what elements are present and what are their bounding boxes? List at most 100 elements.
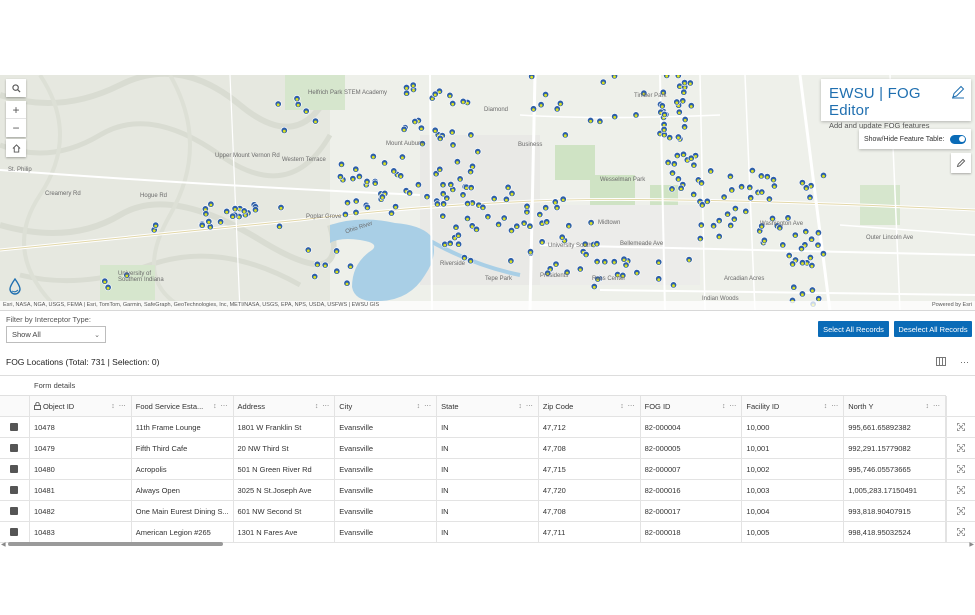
fog-point-core <box>469 260 472 263</box>
fog-point-core <box>451 144 455 148</box>
row-checkbox[interactable] <box>10 507 19 515</box>
column-header[interactable]: Address ↕ ⋯ <box>234 396 336 416</box>
edit-button[interactable] <box>951 153 971 173</box>
fog-point-core <box>740 186 743 189</box>
table-row[interactable]: 10483 American Legion #265 1301 N Fares Av… <box>0 522 946 543</box>
fog-point-core <box>759 175 763 179</box>
plus-icon[interactable]: + <box>6 101 26 119</box>
fog-point-core <box>816 244 820 248</box>
column-header[interactable]: Zip Code ↕ ⋯ <box>539 396 641 416</box>
table-row[interactable]: 10478 11th Frame Lounge 1801 W Franklin St… <box>0 417 946 438</box>
select-all-button[interactable]: Select All Records <box>818 321 889 337</box>
scroll-left-icon[interactable]: ◀ <box>1 541 6 548</box>
fog-point-core <box>430 97 434 101</box>
map-label: Business <box>518 142 543 148</box>
home-control[interactable] <box>6 139 26 157</box>
sort-menu-icon[interactable]: ↕ ⋯ <box>824 402 839 410</box>
fog-point-core <box>808 196 812 200</box>
zoom-to-feature-icon[interactable] <box>947 438 975 459</box>
deselect-all-button[interactable]: Deselect All Records <box>894 321 972 337</box>
scroll-thumb[interactable] <box>8 542 223 546</box>
table-cell: Evansville <box>335 522 438 542</box>
fog-point-core <box>622 258 626 262</box>
row-checkbox-cell[interactable] <box>0 459 30 479</box>
row-checkbox[interactable] <box>10 423 19 431</box>
sort-menu-icon[interactable]: ↕ ⋯ <box>417 402 432 410</box>
row-checkbox-cell[interactable] <box>0 417 30 437</box>
column-header[interactable]: North Y ↕ ⋯ <box>844 396 946 416</box>
fog-point-core <box>657 261 661 265</box>
zoom-to-feature-icon[interactable] <box>947 480 975 501</box>
home-icon[interactable] <box>6 139 26 157</box>
zoom-to-feature-icon[interactable] <box>947 522 975 543</box>
column-header[interactable]: City ↕ ⋯ <box>335 396 438 416</box>
column-header[interactable]: Object ID ↕ ⋯ <box>30 396 132 416</box>
minus-icon[interactable]: − <box>6 119 26 137</box>
fog-point-core <box>278 225 281 229</box>
fog-point-core <box>204 213 208 216</box>
row-checkbox-cell[interactable] <box>0 480 30 500</box>
fog-point-core <box>314 120 317 124</box>
column-header[interactable]: FOG ID ↕ ⋯ <box>641 396 743 416</box>
row-checkbox[interactable] <box>10 465 19 473</box>
sort-menu-icon[interactable]: ↕ ⋯ <box>722 402 737 410</box>
interceptor-type-select[interactable]: Show All ⌄ <box>6 326 106 343</box>
zoom-to-feature-icon[interactable] <box>947 459 975 480</box>
row-checkbox-cell[interactable] <box>0 522 30 542</box>
fog-point-core <box>413 120 417 124</box>
fog-point-core <box>668 137 672 140</box>
fog-point-core <box>510 229 513 233</box>
column-header[interactable]: State ↕ ⋯ <box>437 396 539 416</box>
fog-point-core <box>554 263 558 267</box>
table-row[interactable]: 10481 Always Open 3025 N St.Joseph Ave Evan… <box>0 480 946 501</box>
column-header[interactable]: Food Service Esta... ↕ ⋯ <box>132 396 234 416</box>
fog-point-core <box>683 118 687 122</box>
table-row[interactable]: 10479 Fifth Third Cafe 20 NW Third St Evans… <box>0 438 946 459</box>
sort-menu-icon[interactable]: ↕ ⋯ <box>926 402 941 410</box>
row-checkbox-cell[interactable] <box>0 501 30 521</box>
map-label: Tepe Park <box>485 276 513 282</box>
search-icon[interactable] <box>6 79 26 97</box>
fog-point-core <box>436 203 439 207</box>
sort-menu-icon[interactable]: ↕ ⋯ <box>518 402 533 410</box>
sort-menu-icon[interactable]: ↕ ⋯ <box>620 402 635 410</box>
fog-point-core <box>106 286 110 290</box>
feature-table[interactable]: Form details Object ID ↕ ⋯ Food Service Es… <box>0 375 975 543</box>
table-row[interactable]: 10480 Acropolis 501 N Green River Rd Evansv… <box>0 459 946 480</box>
row-checkbox[interactable] <box>10 444 19 452</box>
table-header-bar: FOG Locations (Total: 731 | Selection: 0… <box>0 350 975 374</box>
zoom-to-feature-icon[interactable] <box>947 501 975 522</box>
row-checkbox-cell[interactable] <box>0 438 30 458</box>
sort-menu-icon[interactable]: ↕ ⋯ <box>111 402 126 410</box>
fog-point-core <box>732 218 736 222</box>
fog-point-core <box>598 120 602 124</box>
fog-point-core <box>461 100 465 104</box>
zoom-control[interactable]: + − <box>6 101 26 137</box>
table-cell: 992,291.15779082 <box>844 438 946 458</box>
search-control[interactable] <box>6 79 26 97</box>
sort-menu-icon[interactable]: ↕ ⋯ <box>315 402 330 410</box>
powered-by[interactable]: Powered by Esri <box>932 302 972 309</box>
fog-point-core <box>345 282 349 286</box>
map-label: Timber Park <box>634 93 667 99</box>
sort-menu-icon[interactable]: ↕ ⋯ <box>213 402 228 410</box>
column-layout-icon[interactable] <box>936 356 946 368</box>
table-row[interactable]: 10482 One Main Eurest Dining S... 601 NW S… <box>0 501 946 522</box>
zoom-to-feature-icon[interactable] <box>947 417 975 438</box>
table-cell: American Legion #265 <box>132 522 234 542</box>
row-checkbox[interactable] <box>10 528 19 536</box>
feature-table-toggle[interactable]: Show/Hide Feature Table: <box>859 129 971 149</box>
app-title-card: EWSU | FOG Editor Add and update FOG fea… <box>821 79 971 130</box>
toggle-switch[interactable] <box>950 134 966 144</box>
column-header[interactable]: Facility ID ↕ ⋯ <box>742 396 845 416</box>
fog-point-core <box>373 182 377 186</box>
filter-bar: Filter by Interceptor Type: Show All ⌄ S… <box>0 312 975 350</box>
fog-point-core <box>712 225 715 228</box>
horizontal-scrollbar[interactable]: ◀ ▶ <box>0 541 975 548</box>
fog-point-core <box>678 85 682 89</box>
more-options-icon[interactable]: ⋯ <box>960 357 969 368</box>
map-view[interactable]: St. Philip Creamery Rd Hogue Rd Upper Mo… <box>0 75 975 311</box>
scroll-right-icon[interactable]: ▶ <box>969 541 974 548</box>
row-checkbox[interactable] <box>10 486 19 494</box>
fog-point-core <box>441 215 445 219</box>
